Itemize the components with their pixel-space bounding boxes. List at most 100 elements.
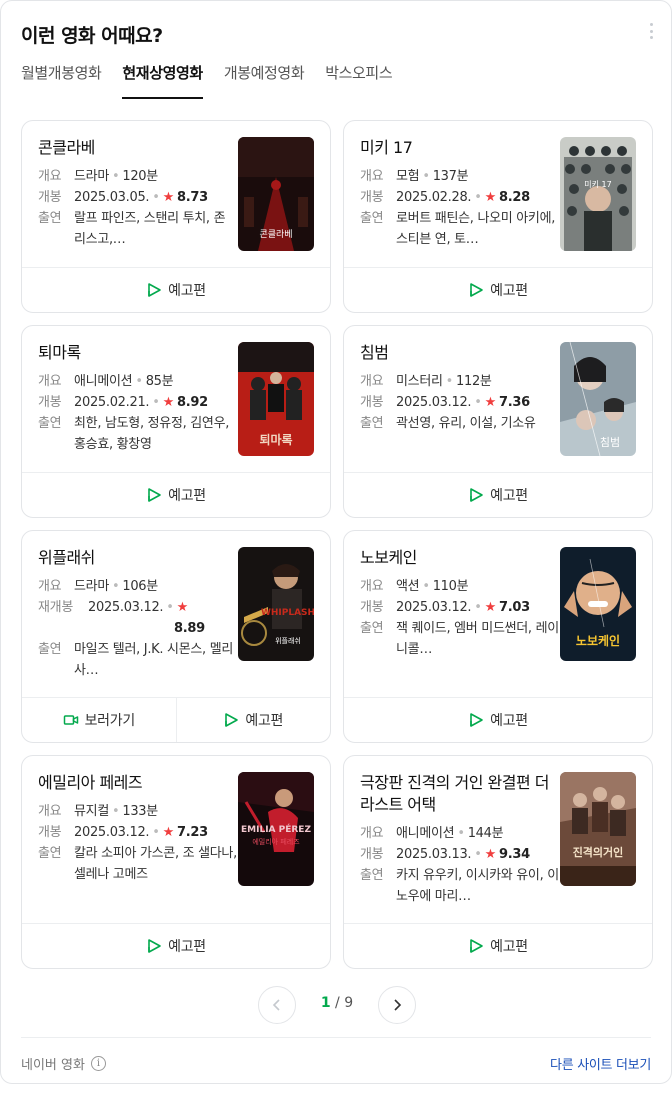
release-label: 개봉 [38, 395, 62, 410]
runtime: 120분 [122, 169, 158, 184]
runtime: 144분 [467, 826, 504, 841]
cast-label: 출연 [38, 211, 62, 226]
movie-title[interactable]: 퇴마록 [38, 342, 234, 364]
star-icon: ★ [162, 825, 175, 840]
release-date: 2025.03.12. [74, 825, 150, 840]
movie-card: 콘클라베 개요 드라마 • 120분 개봉 2025.03.05. • ★ 8.73 출연 랄프… [21, 120, 331, 313]
more-sites-link[interactable]: 다른 사이트 더보기 [550, 1054, 651, 1073]
play-icon [470, 488, 483, 502]
overview-label: 개요 [360, 826, 384, 841]
rating: 8.28 [499, 190, 530, 205]
cast-label: 출연 [360, 868, 384, 883]
svg-text:노보케인: 노보케인 [576, 633, 620, 648]
overview-label: 개요 [38, 579, 62, 594]
trailer-button[interactable]: 예고편 [344, 473, 652, 517]
tab-upcoming[interactable]: 개봉예정영화 [224, 59, 305, 99]
movie-poster[interactable]: EMILIA PÉREZ 에밀리아 페레즈 [238, 772, 314, 886]
cast-list: 카지 유우키, 이시카와 유이, 이노우에 마리… [396, 868, 559, 904]
more-options-icon[interactable] [647, 21, 655, 41]
movie-poster[interactable]: 침범 [560, 342, 636, 456]
play-icon [225, 713, 239, 727]
info-icon[interactable]: i [90, 1056, 106, 1071]
runtime: 133분 [122, 804, 158, 819]
movie-title[interactable]: 미키 17 [360, 137, 556, 159]
tab-now-showing[interactable]: 현재상영영화 [122, 59, 203, 99]
release-date: 2025.02.28. [396, 190, 472, 205]
runtime: 110분 [432, 579, 469, 594]
cast-list: 랄프 파인즈, 스탠리 투치, 존 리스고,… [74, 211, 226, 247]
svg-text:에밀리아 페레즈: 에밀리아 페레즈 [252, 837, 300, 846]
release-label: 개봉 [38, 825, 62, 840]
movie-poster[interactable]: 진격의거인 [560, 772, 636, 886]
movie-poster[interactable]: 미키 17 [560, 137, 636, 251]
trailer-button[interactable]: 예고편 [344, 698, 652, 742]
prev-page-button[interactable] [258, 986, 296, 1024]
trailer-button[interactable]: 예고편 [344, 268, 652, 312]
movie-title[interactable]: 침범 [360, 342, 556, 364]
cast-label: 출연 [38, 846, 62, 861]
release-date: 2025.02.21. [74, 395, 150, 410]
release-date: 2025.03.05. [74, 190, 150, 205]
cast-label: 출연 [360, 621, 384, 636]
release-label: 개봉 [360, 395, 384, 410]
camera-icon [63, 715, 78, 725]
genre: 미스터리 [396, 374, 443, 389]
movie-card: 퇴마록 개요 애니메이션 • 85분 개봉 2025.02.21. • ★ 8.92 출연 최한… [21, 325, 331, 518]
movie-title[interactable]: 극장판 진격의 거인 완결편 더 라스트 어택 [360, 772, 556, 816]
rating: 7.36 [499, 395, 530, 410]
svg-text:진격의거인: 진격의거인 [573, 845, 624, 859]
tab-box-office[interactable]: 박스오피스 [325, 59, 392, 99]
runtime: 106분 [122, 579, 158, 594]
overview-label: 개요 [360, 169, 384, 184]
trailer-button[interactable]: 예고편 [344, 924, 652, 968]
movie-title[interactable]: 콘클라베 [38, 137, 234, 159]
category-tabs: 월별개봉영화 현재상영영화 개봉예정영화 박스오피스 [21, 59, 413, 99]
cast-list: 최한, 남도형, 정유정, 김연우, 홍승효, 황창영 [74, 416, 230, 452]
cast-label: 출연 [38, 642, 62, 657]
release-date: 2025.03.13. [396, 847, 472, 862]
star-icon: ★ [484, 847, 497, 862]
cast-label: 출연 [38, 416, 62, 431]
watch-button[interactable]: 보러가기 [22, 698, 176, 742]
trailer-button[interactable]: 예고편 [175, 698, 331, 742]
release-date: 2025.03.12. [396, 600, 472, 615]
panel-title: 이런 영화 어때요? [21, 25, 163, 47]
runtime: 112분 [456, 374, 492, 389]
svg-text:EMILIA PÉREZ: EMILIA PÉREZ [241, 823, 311, 835]
star-icon: ★ [162, 190, 175, 205]
rating: 8.73 [177, 190, 208, 205]
star-icon: ★ [484, 395, 497, 410]
cast-label: 출연 [360, 211, 384, 226]
trailer-button[interactable]: 예고편 [22, 924, 330, 968]
movie-title[interactable]: 노보케인 [360, 547, 556, 569]
total-pages: 9 [344, 995, 354, 1011]
release-label: 개봉 [360, 847, 384, 862]
svg-text:콘클라베: 콘클라베 [259, 229, 292, 240]
source-label: 네이버 영화 [21, 1058, 85, 1073]
play-icon [148, 939, 161, 953]
play-icon [148, 488, 161, 502]
movie-title[interactable]: 위플래쉬 [38, 547, 234, 569]
runtime: 85분 [145, 374, 174, 389]
chevron-right-icon [394, 999, 402, 1011]
movie-poster[interactable]: WHIPLASH 위플래쉬 [238, 547, 314, 661]
cast-label: 출연 [360, 416, 384, 431]
next-page-button[interactable] [378, 986, 416, 1024]
movie-card: 에밀리아 페레즈 개요 뮤지컬 • 133분 개봉 2025.03.12. • ★ 7.23 … [21, 755, 331, 969]
release-date: 2025.03.12. [88, 600, 164, 615]
rating: 8.89 [174, 621, 205, 636]
genre: 애니메이션 [74, 374, 133, 389]
trailer-button[interactable]: 예고편 [22, 473, 330, 517]
source-info: 네이버 영화 i [21, 1054, 106, 1073]
page-indicator: 1 / 9 [320, 995, 354, 1011]
trailer-button[interactable]: 예고편 [22, 268, 330, 312]
movie-title[interactable]: 에밀리아 페레즈 [38, 772, 234, 794]
movie-poster[interactable]: 콘클라베 [238, 137, 314, 251]
svg-text:침범: 침범 [600, 436, 620, 449]
release-date: 2025.03.12. [396, 395, 472, 410]
overview-label: 개요 [38, 374, 62, 389]
movie-poster[interactable]: 퇴마록 [238, 342, 314, 456]
tab-monthly-release[interactable]: 월별개봉영화 [21, 59, 102, 99]
movie-poster[interactable]: 노보케인 [560, 547, 636, 661]
cast-list: 곽선영, 유리, 이설, 기소유 [396, 416, 536, 431]
